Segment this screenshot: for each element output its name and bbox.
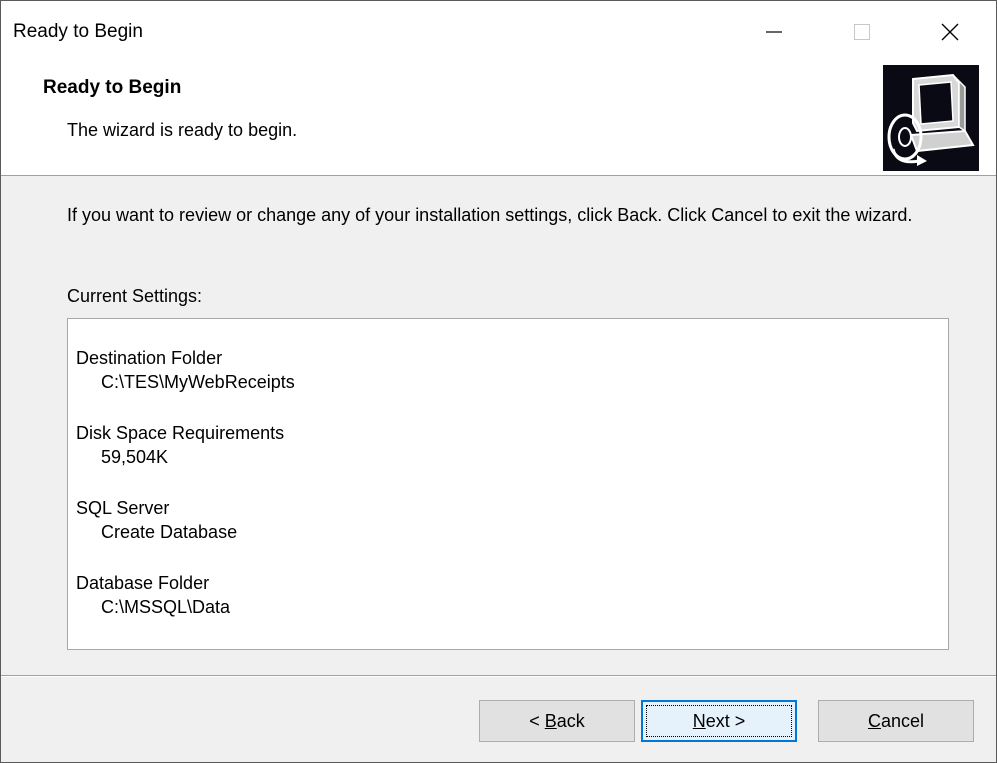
back-button-accelerator: B <box>544 710 557 731</box>
setting-name: SQL Server <box>76 498 170 518</box>
minimize-button[interactable] <box>739 1 809 63</box>
cancel-button-label-rest: ancel <box>880 710 925 731</box>
instructions-text: If you want to review or change any of y… <box>67 205 913 225</box>
setting-name: Database Folder <box>76 573 210 593</box>
setting-destination-folder: Destination Folder C:\TES\MyWebReceipts <box>76 346 948 394</box>
page-subtitle: The wizard is ready to begin. <box>67 120 298 140</box>
wizard-header: Ready to Begin The wizard is ready to be… <box>1 63 996 176</box>
cancel-button[interactable]: Cancel <box>818 700 974 742</box>
back-button-prefix: < <box>529 710 545 731</box>
cancel-button-accelerator: C <box>867 710 881 731</box>
maximize-icon <box>854 24 870 40</box>
close-button[interactable] <box>915 1 985 63</box>
current-settings-box[interactable]: Destination Folder C:\TES\MyWebReceipts … <box>67 318 949 650</box>
next-button[interactable]: Next > <box>641 700 797 742</box>
setting-value: Create Database <box>101 522 238 542</box>
setting-disk-space: Disk Space Requirements 59,504K <box>76 421 948 469</box>
footer-separator <box>1 675 996 677</box>
close-icon <box>941 23 959 41</box>
page-title: Ready to Begin <box>43 77 182 98</box>
next-button-accelerator: N <box>692 710 706 731</box>
setting-name: Disk Space Requirements <box>76 423 285 443</box>
back-button-label-rest: ack <box>556 710 585 731</box>
current-settings-label: Current Settings: <box>67 286 203 306</box>
setting-value: C:\TES\MyWebReceipts <box>101 372 295 392</box>
setting-sql-server: SQL Server Create Database <box>76 496 948 544</box>
setting-name: Destination Folder <box>76 348 223 368</box>
title-bar[interactable]: Ready to Begin <box>1 1 996 63</box>
minimize-icon <box>766 31 782 33</box>
next-button-label-rest: ext > <box>705 710 746 731</box>
installer-window: Ready to Begin Ready to Begin The wizard… <box>0 0 997 763</box>
back-button[interactable]: < Back <box>479 700 635 742</box>
window-title: Ready to Begin <box>13 21 143 42</box>
maximize-button <box>827 1 897 63</box>
setting-value: C:\MSSQL\Data <box>101 597 231 617</box>
setting-database-folder: Database Folder C:\MSSQL\Data <box>76 571 948 619</box>
setting-value: 59,504K <box>101 447 169 467</box>
computer-setup-icon <box>883 65 979 171</box>
